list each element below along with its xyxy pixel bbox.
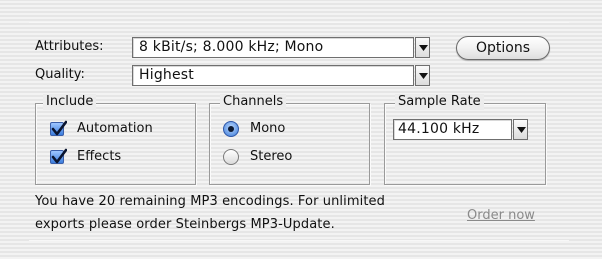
quality-label: Quality: xyxy=(35,67,85,82)
encodings-message-line2: exports please order Steinbergs MP3-Upda… xyxy=(35,217,335,232)
stereo-radio[interactable] xyxy=(223,149,239,165)
quality-popup[interactable]: Highest xyxy=(132,65,414,86)
sample-rate-group-title: Sample Rate xyxy=(395,94,484,110)
include-group: Include Automation Effects xyxy=(35,94,196,185)
quality-dropdown-button[interactable] xyxy=(415,65,430,86)
effects-label[interactable]: Effects xyxy=(77,149,121,164)
order-now-link[interactable]: Order now xyxy=(467,208,535,223)
chevron-down-icon xyxy=(517,127,526,133)
attributes-popup[interactable]: 8 kBit/s; 8.000 kHz; Mono xyxy=(132,37,414,58)
sample-rate-dropdown-button[interactable] xyxy=(513,119,528,140)
channels-group: Channels Mono Stereo xyxy=(209,94,370,185)
options-button[interactable]: Options xyxy=(456,36,550,60)
attributes-value: 8 kBit/s; 8.000 kHz; Mono xyxy=(139,39,324,55)
bottom-separator xyxy=(29,240,569,241)
mono-radio[interactable] xyxy=(223,121,239,137)
chevron-down-icon xyxy=(419,73,428,79)
quality-value: Highest xyxy=(139,67,194,83)
attributes-dropdown-button[interactable] xyxy=(415,37,430,58)
automation-checkbox[interactable] xyxy=(50,120,67,136)
include-group-title: Include xyxy=(43,94,97,110)
encodings-message-line1: You have 20 remaining MP3 encodings. For… xyxy=(35,194,385,209)
channels-group-title: Channels xyxy=(220,94,287,110)
sample-rate-value: 44.100 kHz xyxy=(398,121,480,137)
sample-rate-popup[interactable]: 44.100 kHz xyxy=(393,119,512,140)
stereo-label[interactable]: Stereo xyxy=(250,149,292,164)
chevron-down-icon xyxy=(419,45,428,51)
top-separator xyxy=(29,22,569,23)
effects-checkbox[interactable] xyxy=(50,148,67,164)
attributes-label: Attributes: xyxy=(35,39,104,54)
checkmark-icon xyxy=(51,120,67,136)
sample-rate-group: Sample Rate 44.100 kHz xyxy=(384,94,546,185)
automation-label[interactable]: Automation xyxy=(77,121,153,136)
mono-label[interactable]: Mono xyxy=(250,121,285,136)
checkmark-icon xyxy=(51,148,67,164)
